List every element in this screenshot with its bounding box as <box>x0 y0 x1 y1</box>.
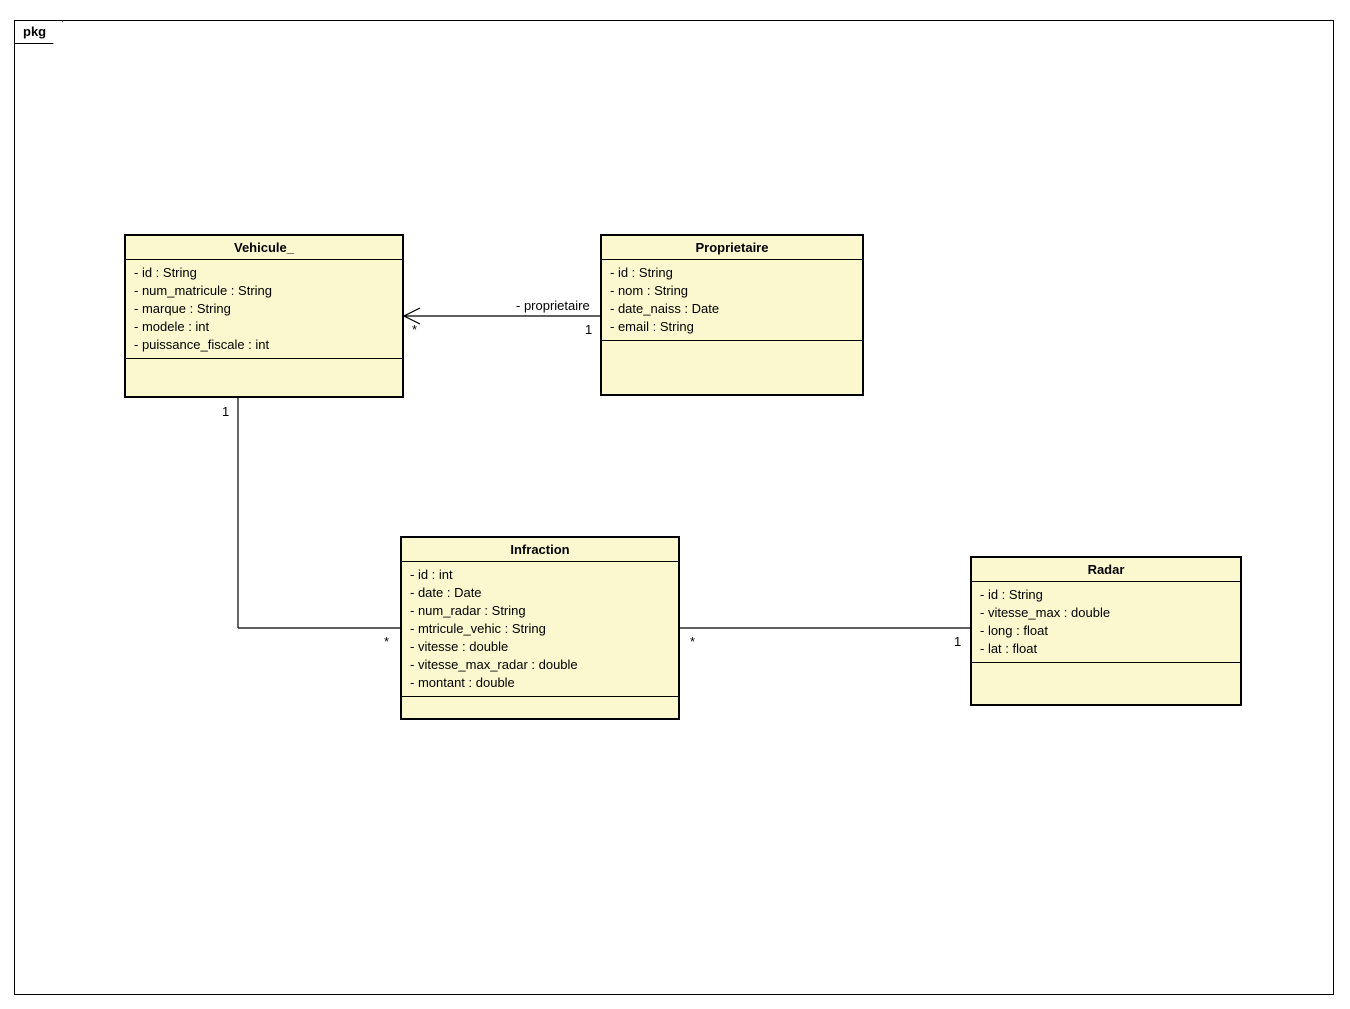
class-proprietaire-ops <box>602 341 862 394</box>
class-attribute: - vitesse_max_radar : double <box>410 656 670 674</box>
class-radar-name: Radar <box>972 558 1240 582</box>
class-radar-attrs: - id : String - vitesse_max : double - l… <box>972 582 1240 663</box>
package-name-tab: pkg <box>14 20 63 44</box>
class-infraction: Infraction - id : int - date : Date - nu… <box>400 536 680 720</box>
mult-infraction-radar-radar-end: 1 <box>954 634 961 649</box>
class-proprietaire-attrs: - id : String - nom : String - date_nais… <box>602 260 862 341</box>
class-attribute: - id : String <box>610 264 854 282</box>
class-attribute: - id : String <box>134 264 394 282</box>
class-attribute: - long : float <box>980 622 1232 640</box>
class-vehicule-ops <box>126 359 402 396</box>
class-attribute: - puissance_fiscale : int <box>134 336 394 354</box>
class-radar: Radar - id : String - vitesse_max : doub… <box>970 556 1242 706</box>
class-attribute: - num_matricule : String <box>134 282 394 300</box>
class-attribute: - modele : int <box>134 318 394 336</box>
package-frame: pkg <box>14 20 1334 995</box>
class-attribute: - id : int <box>410 566 670 584</box>
class-attribute: - vitesse : double <box>410 638 670 656</box>
class-attribute: - montant : double <box>410 674 670 692</box>
class-attribute: - marque : String <box>134 300 394 318</box>
mult-vehicule-infraction-vehicule-end: 1 <box>222 404 229 419</box>
class-vehicule: Vehicule_ - id : String - num_matricule … <box>124 234 404 398</box>
mult-infraction-radar-infraction-end: * <box>690 634 695 649</box>
class-attribute: - nom : String <box>610 282 854 300</box>
class-infraction-name: Infraction <box>402 538 678 562</box>
mult-proprietaire-end: 1 <box>585 322 592 337</box>
class-vehicule-attrs: - id : String - num_matricule : String -… <box>126 260 402 359</box>
class-attribute: - date_naiss : Date <box>610 300 854 318</box>
class-radar-ops <box>972 663 1240 704</box>
class-attribute: - lat : float <box>980 640 1232 658</box>
class-attribute: - id : String <box>980 586 1232 604</box>
class-proprietaire: Proprietaire - id : String - nom : Strin… <box>600 234 864 396</box>
uml-canvas: pkg Vehicule_ - id : String - num_matric… <box>0 0 1350 1009</box>
mult-vehicule-infraction-infraction-end: * <box>384 634 389 649</box>
mult-vehicule-end: * <box>412 322 417 337</box>
class-attribute: - vitesse_max : double <box>980 604 1232 622</box>
package-name: pkg <box>23 24 46 39</box>
class-attribute: - date : Date <box>410 584 670 602</box>
class-attribute: - email : String <box>610 318 854 336</box>
class-infraction-ops <box>402 697 678 718</box>
class-proprietaire-name: Proprietaire <box>602 236 862 260</box>
class-vehicule-name: Vehicule_ <box>126 236 402 260</box>
class-attribute: - mtricule_vehic : String <box>410 620 670 638</box>
assoc-proprietaire-vehicule-label: - proprietaire <box>516 298 590 313</box>
class-infraction-attrs: - id : int - date : Date - num_radar : S… <box>402 562 678 697</box>
class-attribute: - num_radar : String <box>410 602 670 620</box>
